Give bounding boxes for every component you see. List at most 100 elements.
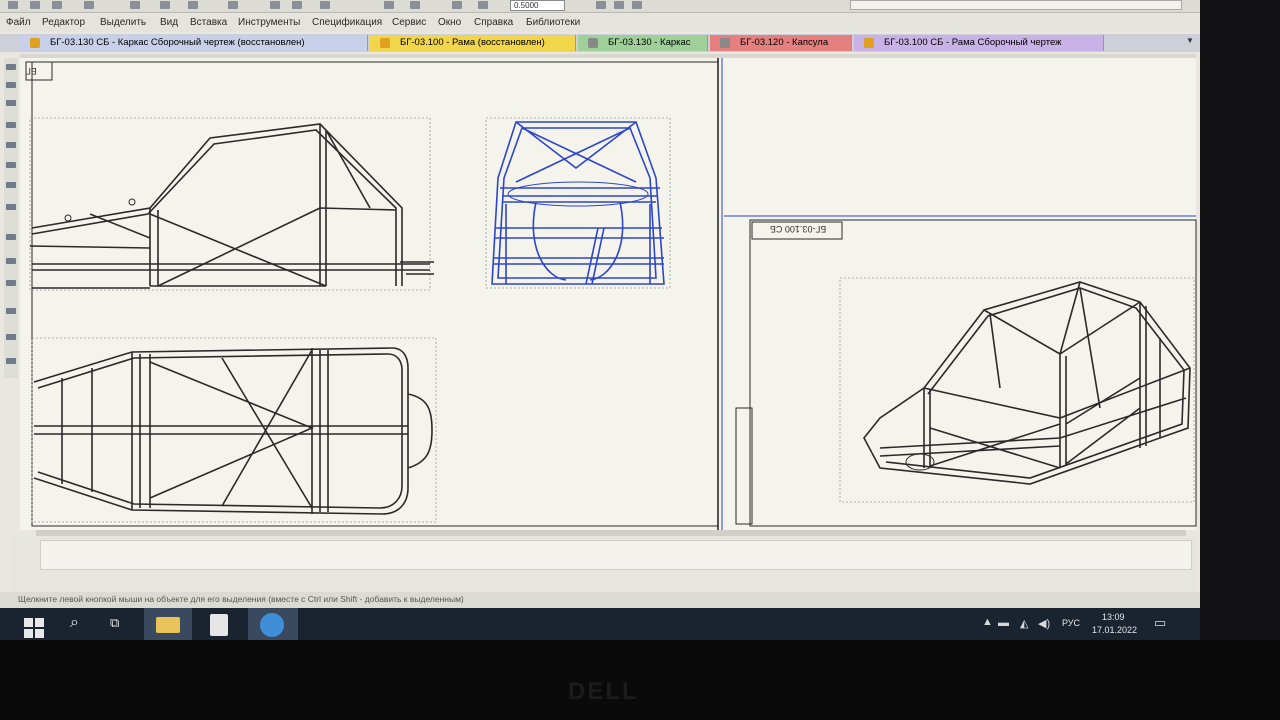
drawing-area[interactable] [20, 58, 1197, 530]
tab-list-arrow-icon[interactable]: ▼ [1186, 36, 1194, 45]
macro-tool-icon[interactable] [6, 334, 16, 340]
menu-tools[interactable]: Инструменты [238, 17, 300, 28]
cad-app-icon [260, 613, 284, 637]
print-icon[interactable] [84, 1, 94, 9]
sheet-stamp-text: БГ [26, 66, 37, 76]
task-view-button[interactable]: ⧉ [98, 608, 144, 640]
task-view-icon: ⧉ [110, 615, 120, 630]
status-text: Щелкните левой кнопкой мыши на объекте д… [18, 594, 464, 604]
show-hidden-icons-icon[interactable]: ▲ [982, 616, 993, 628]
frame-isometric-view [839, 277, 1195, 503]
menu-window[interactable]: Окно [438, 17, 461, 28]
properties-icon[interactable] [384, 1, 394, 9]
taskbar: ⌕ ⧉ ▲ ▬ ◭ ◀) РУС 13:09 17.01.2022 ▭ [0, 608, 1200, 640]
edit-tool-icon[interactable] [6, 122, 16, 128]
undo-icon[interactable] [270, 1, 280, 9]
document-tabs: БГ-03.130 СБ - Каркас Сборочный чертеж (… [0, 34, 1200, 52]
taskbar-app[interactable] [196, 608, 242, 640]
associative-view-icon[interactable] [6, 204, 16, 210]
notification-icon[interactable]: ▭ [1154, 615, 1166, 631]
paste-icon[interactable] [188, 1, 198, 9]
parametrize-tool-icon[interactable] [6, 142, 16, 148]
taskbar-file-explorer[interactable] [144, 608, 192, 640]
redo-icon[interactable] [292, 1, 302, 9]
command-field[interactable] [40, 540, 1192, 570]
screen: 0.5000 Файл Редактор Выделить Вид Вставк… [0, 0, 1200, 640]
left-toolbar [4, 58, 18, 378]
sheet-stamp-text: БГ-03.100 СБ [770, 224, 827, 234]
zoom-window-icon[interactable] [478, 1, 488, 9]
tab-label: БГ-03.130 СБ - Каркас Сборочный чертеж (… [50, 37, 305, 48]
menu-insert[interactable]: Вставка [190, 17, 227, 28]
drawing-icon [30, 38, 40, 48]
dimension-tool-icon[interactable] [6, 82, 16, 88]
tab-frame-assembly-drawing[interactable]: БГ-03.130 СБ - Каркас Сборочный чертеж (… [20, 35, 368, 51]
properties-panel [10, 536, 1196, 592]
tab-rama[interactable]: БГ-03.100 - Рама (восстановлен) [370, 35, 576, 51]
menu-service[interactable]: Сервис [392, 17, 426, 28]
cursor-icon[interactable] [410, 1, 420, 9]
frame-top-view [31, 337, 437, 523]
zoom-fit-icon[interactable] [614, 1, 624, 9]
search-icon: ⌕ [70, 614, 79, 631]
folder-icon [156, 617, 180, 633]
report-tool-icon[interactable] [6, 258, 16, 264]
select-tool-icon[interactable] [6, 182, 16, 188]
annotation-tool-icon[interactable] [6, 100, 16, 106]
new-file-icon[interactable] [8, 1, 18, 9]
taskbar-cad-app[interactable] [248, 608, 298, 640]
library-tool-icon[interactable] [6, 358, 16, 364]
brand-logo: DELL [568, 678, 639, 705]
tab-label: БГ-03.120 - Капсула [740, 37, 829, 48]
frame-side-view [29, 117, 434, 291]
clock-date[interactable]: 17.01.2022 [1092, 625, 1137, 635]
part-icon [588, 38, 598, 48]
open-file-icon[interactable] [30, 1, 40, 9]
insert-tool-icon[interactable] [6, 280, 16, 286]
volume-icon[interactable]: ◀) [1038, 617, 1050, 630]
frame-front-view [485, 117, 671, 289]
menu-help[interactable]: Справка [474, 17, 513, 28]
pan-icon[interactable] [596, 1, 606, 9]
menu-libraries[interactable]: Библиотеки [526, 17, 580, 28]
search-field[interactable] [850, 0, 1182, 10]
language-indicator[interactable]: РУС [1062, 618, 1080, 628]
tab-rama-assembly-drawing[interactable]: БГ-03.100 СБ - Рама Сборочный чертеж [854, 35, 1104, 51]
menu-file[interactable]: Файл [6, 17, 31, 28]
save-icon[interactable] [52, 1, 62, 9]
spec-tool-icon[interactable] [6, 234, 16, 240]
start-button[interactable] [0, 608, 46, 640]
geometry-tool-icon[interactable] [6, 64, 16, 70]
drawing-icon [380, 38, 390, 48]
top-toolbar: 0.5000 [0, 0, 1200, 13]
menu-view[interactable]: Вид [160, 17, 178, 28]
status-bar: Щелкните левой кнопкой мыши на объекте д… [0, 592, 1200, 608]
network-adapter-icon[interactable]: ▬ [998, 617, 1009, 629]
tab-kapsula[interactable]: БГ-03.120 - Капсула [710, 35, 852, 51]
cut-icon[interactable] [130, 1, 140, 9]
refresh-icon[interactable] [320, 1, 330, 9]
clock-time[interactable]: 13:09 [1102, 612, 1125, 622]
menu-specification[interactable]: Спецификация [312, 17, 382, 28]
undo-icon[interactable] [228, 1, 238, 9]
copy-icon[interactable] [160, 1, 170, 9]
menu-bar: Файл Редактор Выделить Вид Вставка Инстр… [0, 14, 1200, 32]
monitor-bezel [0, 640, 1280, 720]
tab-label: БГ-03.100 - Рама (восстановлен) [400, 37, 545, 48]
monitor-bezel [1200, 0, 1280, 640]
menu-editor[interactable]: Редактор [42, 17, 85, 28]
document-app-icon [210, 614, 228, 636]
search-button[interactable]: ⌕ [56, 608, 102, 640]
zoom-in-icon[interactable] [452, 1, 462, 9]
redraw-icon[interactable] [632, 1, 642, 9]
measure-tool-icon[interactable] [6, 162, 16, 168]
tab-label: БГ-03.100 СБ - Рама Сборочный чертеж [884, 37, 1062, 48]
tab-karkas[interactable]: БГ-03.130 - Каркас [578, 35, 708, 51]
zoom-field[interactable]: 0.5000 [510, 0, 565, 11]
part-icon [720, 38, 730, 48]
layers-tool-icon[interactable] [6, 308, 16, 314]
menu-select[interactable]: Выделить [100, 17, 146, 28]
wifi-icon[interactable]: ◭ [1020, 617, 1028, 630]
drawing-icon [864, 38, 874, 48]
windows-icon [24, 618, 44, 638]
